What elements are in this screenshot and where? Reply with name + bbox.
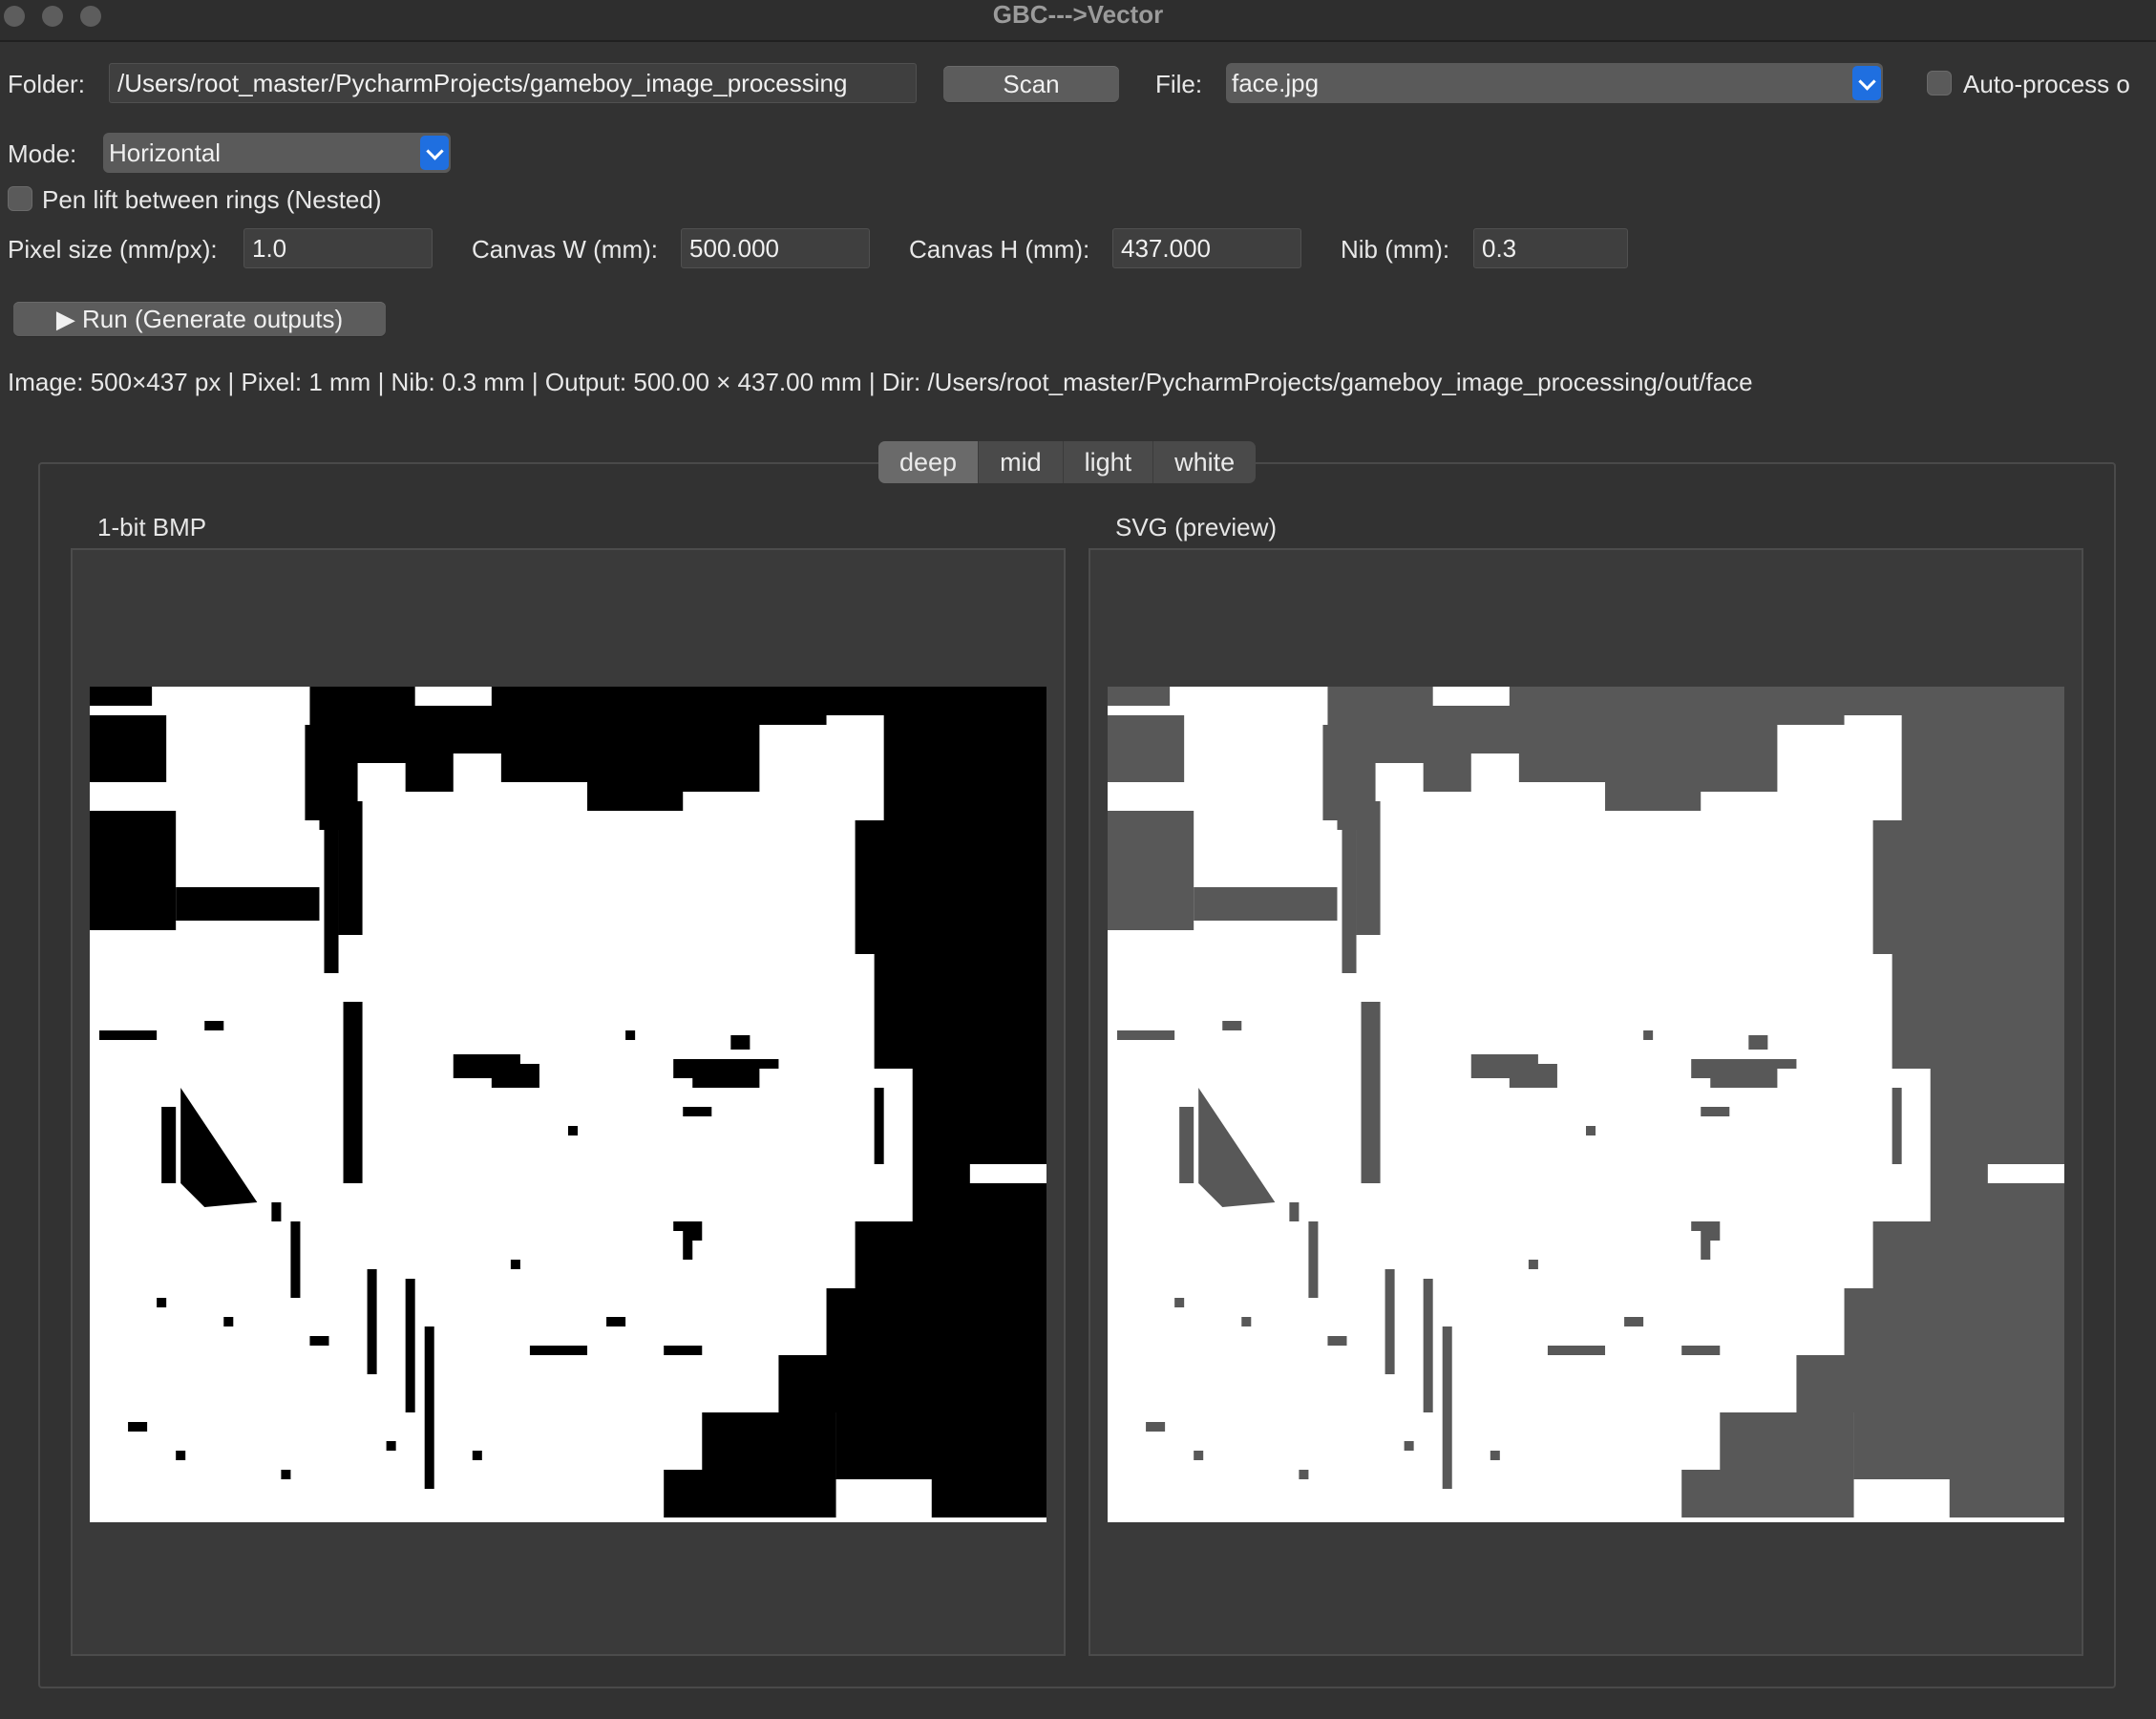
file-label: File: [1155, 70, 1203, 98]
mode-select-value: Horizontal [109, 138, 222, 167]
tab-light[interactable]: light [1064, 441, 1154, 483]
auto-process-label: Auto-process o [1963, 70, 2130, 98]
mode-select[interactable]: Horizontal [103, 133, 451, 173]
title-bar: GBC--->Vector [0, 0, 2156, 42]
canvas-w-input[interactable]: 500.000 [681, 228, 870, 268]
scan-button[interactable]: Scan [943, 66, 1119, 102]
folder-label: Folder: [8, 70, 85, 98]
status-text: Image: 500×437 px | Pixel: 1 mm | Nib: 0… [8, 368, 1753, 396]
nib-label: Nib (mm): [1341, 235, 1450, 264]
folder-path-input[interactable]: /Users/root_master/PycharmProjects/gameb… [109, 63, 917, 103]
svg-panel [1089, 548, 2083, 1656]
bmp-bitmap [90, 687, 1046, 1517]
tab-white[interactable]: white [1153, 441, 1256, 483]
layer-tabs: deep mid light white [878, 441, 1257, 483]
canvas-h-label: Canvas H (mm): [909, 235, 1090, 264]
tab-deep[interactable]: deep [878, 441, 980, 483]
svg-panel-title: SVG (preview) [1115, 513, 1278, 541]
window-title: GBC--->Vector [992, 0, 1164, 29]
svg-image [1108, 687, 2064, 1522]
bmp-panel [71, 548, 1066, 1656]
mode-label: Mode: [8, 139, 77, 168]
nib-input[interactable]: 0.3 [1473, 228, 1628, 268]
canvas-h-input[interactable]: 437.000 [1112, 228, 1301, 268]
bmp-panel-title: 1-bit BMP [97, 513, 207, 541]
bmp-image [90, 687, 1046, 1522]
file-select-value: face.jpg [1232, 69, 1320, 97]
auto-process-checkbox[interactable] [1927, 71, 1952, 96]
file-select[interactable]: face.jpg [1226, 63, 1883, 103]
run-button[interactable]: ▶ Run (Generate outputs) [13, 302, 386, 336]
tab-mid[interactable]: mid [979, 441, 1064, 483]
chevron-down-icon [420, 136, 449, 170]
svg-preview [1108, 687, 2064, 1517]
chevron-down-icon [1852, 66, 1881, 100]
pixel-size-input[interactable]: 1.0 [243, 228, 433, 268]
pixel-size-label: Pixel size (mm/px): [8, 235, 218, 264]
pen-lift-label: Pen lift between rings (Nested) [42, 185, 382, 214]
canvas-w-label: Canvas W (mm): [472, 235, 658, 264]
pen-lift-checkbox[interactable] [8, 186, 32, 211]
